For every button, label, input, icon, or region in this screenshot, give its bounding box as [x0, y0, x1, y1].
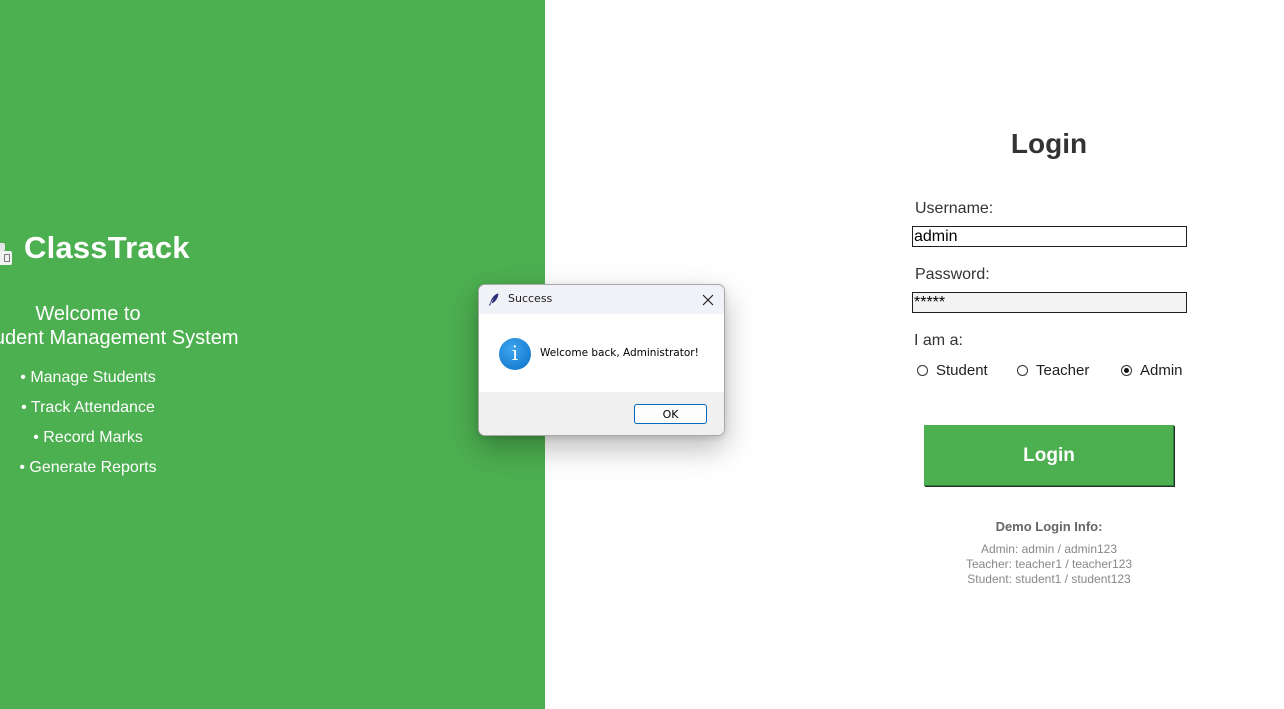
role-option-label: Admin [1140, 362, 1183, 379]
radio-button-icon[interactable] [1017, 365, 1028, 376]
demo-info-line: Teacher: teacher1 / teacher123 [965, 557, 1133, 571]
role-option-student[interactable]: Student [917, 362, 988, 379]
success-dialog: Success i Welcome back, Administrator! O… [478, 284, 725, 436]
close-icon [702, 294, 714, 305]
dialog-footer: OK [479, 392, 724, 435]
dialog-message: Welcome back, Administrator! [540, 347, 699, 359]
username-input[interactable] [912, 226, 1187, 247]
feature-item: • Track Attendance [21, 399, 155, 416]
role-option-label: Student [936, 362, 988, 379]
dialog-titlebar[interactable]: Success [479, 285, 724, 314]
app-title: ClassTrack [24, 230, 190, 265]
brand-header: ClassTrack [0, 228, 190, 268]
ok-button[interactable]: OK [634, 404, 707, 424]
demo-info-line: Student: student1 / student123 [967, 572, 1131, 586]
login-button[interactable]: Login [924, 425, 1174, 486]
role-option-admin[interactable]: Admin [1121, 362, 1183, 379]
dialog-body: i Welcome back, Administrator! [479, 314, 724, 392]
info-icon: i [499, 338, 531, 370]
feature-list: • Manage Students • Track Attendance • R… [0, 366, 176, 486]
role-label: I am a: [914, 332, 963, 349]
close-button[interactable] [692, 285, 724, 314]
radio-button-checked-icon[interactable] [1121, 365, 1132, 376]
feature-item: • Generate Reports [19, 459, 157, 476]
demo-info-line: Admin: admin / admin123 [980, 542, 1118, 556]
feather-icon [488, 293, 499, 306]
demo-info-title: Demo Login Info: [995, 519, 1103, 534]
dialog-title: Success [508, 292, 553, 305]
welcome-line-2: Student Management System [0, 327, 239, 349]
role-radio-group: Student Teacher Admin [914, 362, 1194, 382]
school-icon [0, 233, 14, 265]
feature-item: • Record Marks [33, 429, 143, 446]
password-input[interactable] [912, 292, 1187, 313]
password-label: Password: [915, 266, 990, 283]
role-option-label: Teacher [1036, 362, 1090, 379]
radio-button-icon[interactable] [917, 365, 928, 376]
username-label: Username: [915, 200, 994, 217]
role-option-teacher[interactable]: Teacher [1017, 362, 1089, 379]
feature-item: • Manage Students [20, 369, 156, 386]
login-heading: Login [1010, 128, 1088, 159]
brand-panel: ClassTrack Welcome to Student Management… [0, 0, 545, 709]
welcome-line-1: Welcome to [35, 303, 141, 325]
